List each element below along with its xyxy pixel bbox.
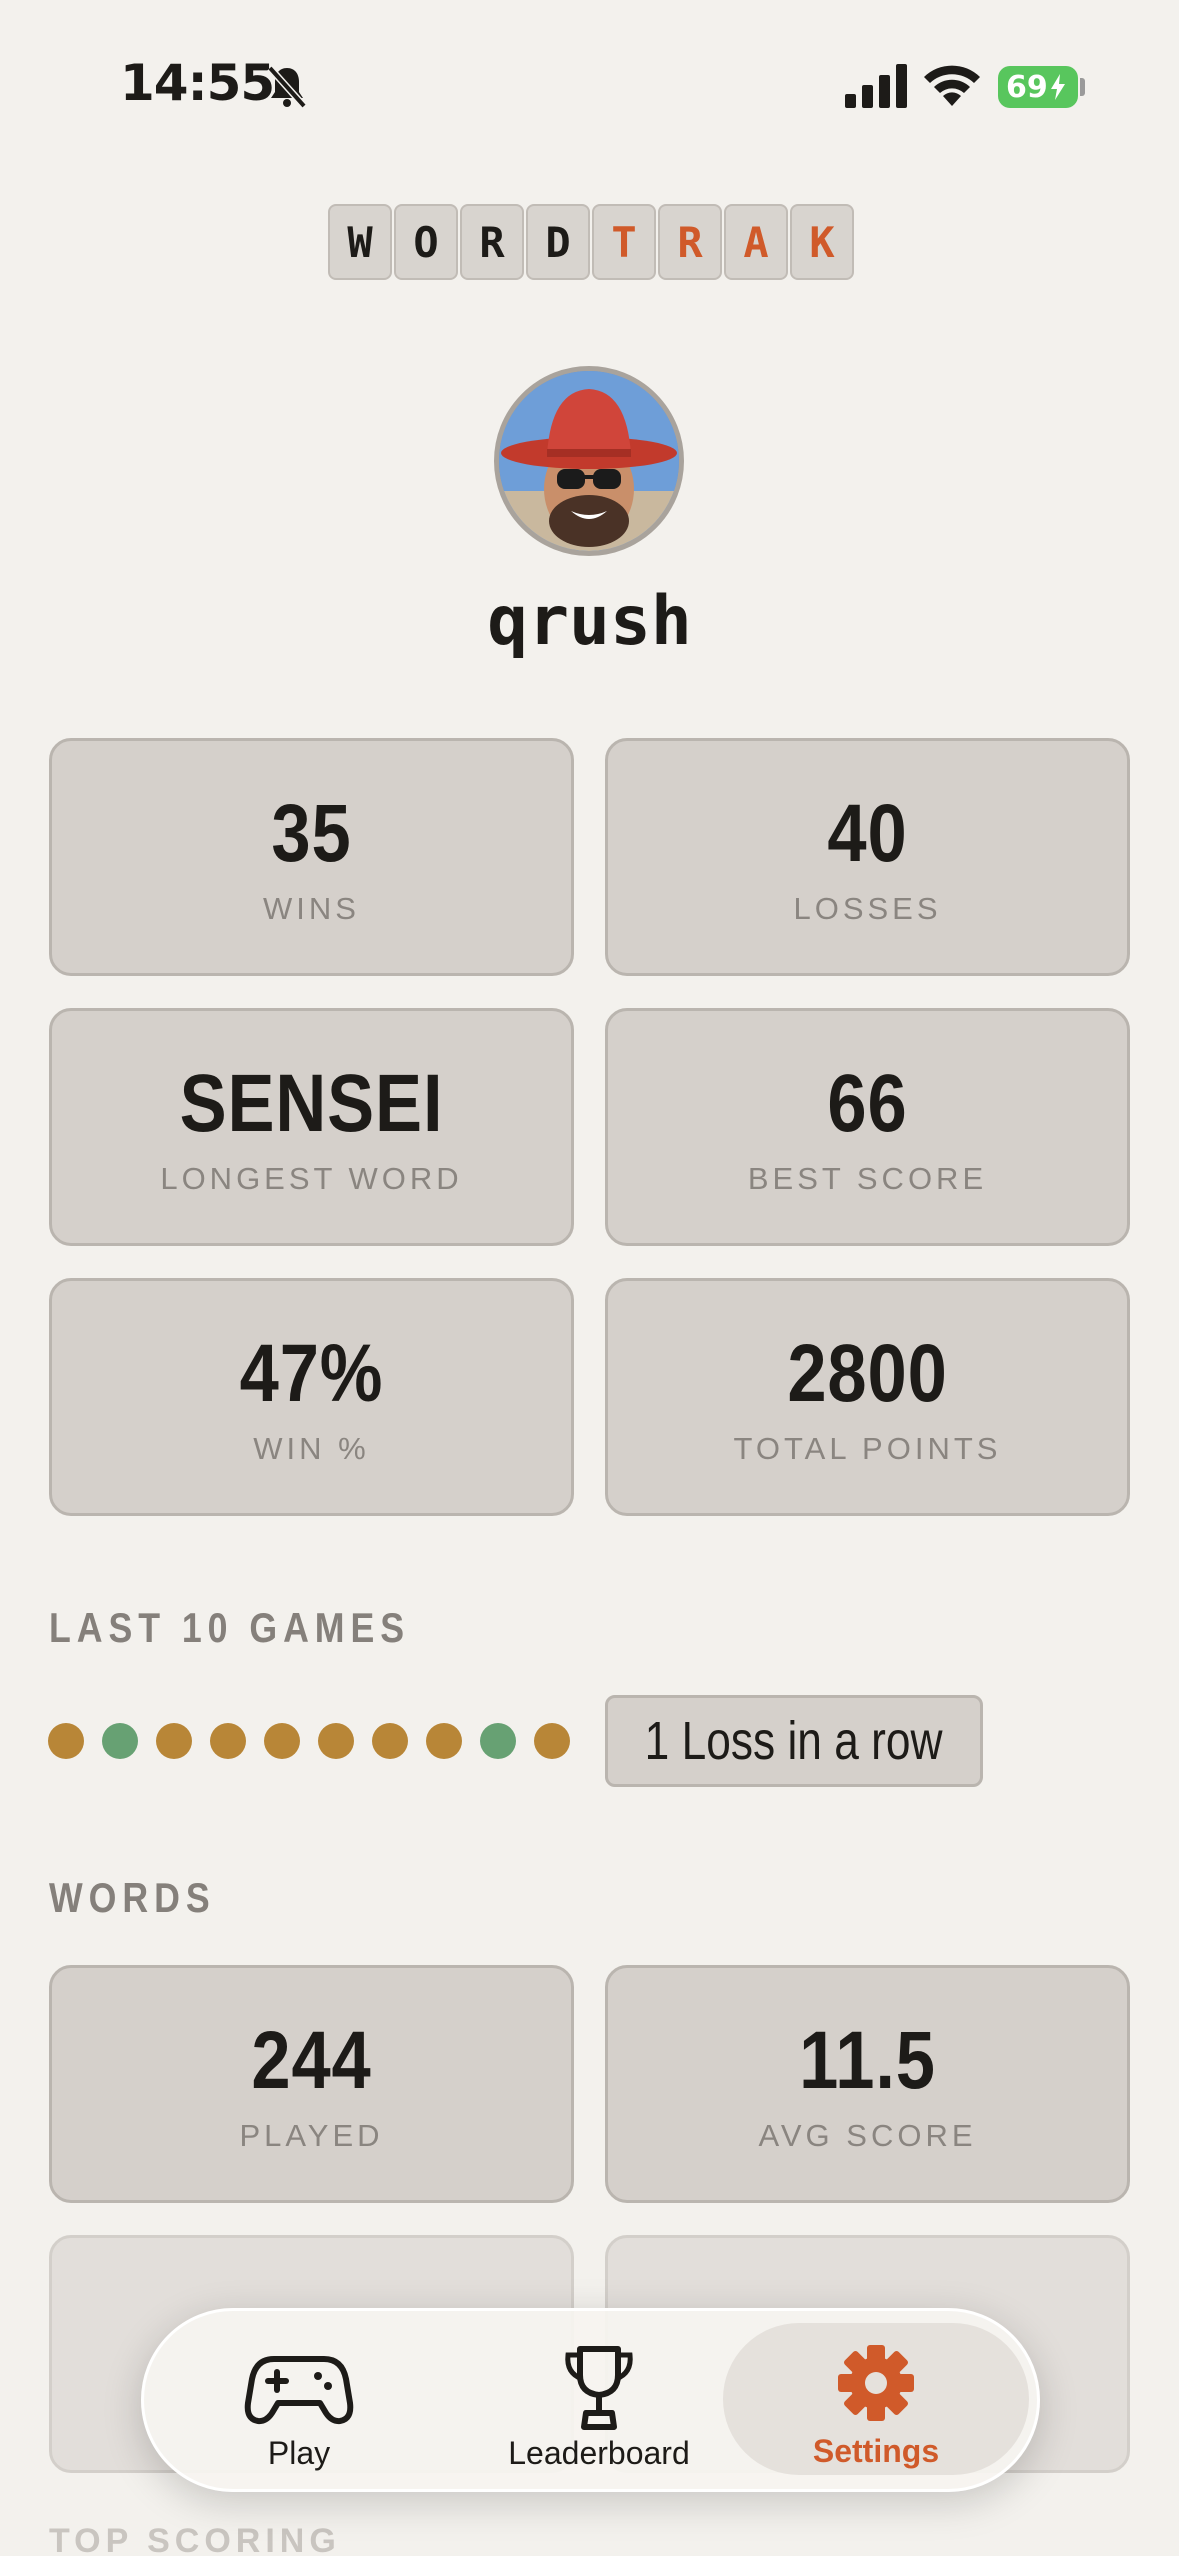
loss-dot <box>372 1723 408 1759</box>
logo-tile: R <box>460 204 524 280</box>
charging-bolt-icon <box>1050 74 1065 100</box>
wifi-icon <box>924 65 980 106</box>
avg-score-value: 11.5 <box>799 2015 936 2106</box>
played-card: 244 PLAYED <box>49 1965 574 2203</box>
logo-tile: O <box>394 204 458 280</box>
logo-tile: A <box>724 204 788 280</box>
logo-tile: D <box>526 204 590 280</box>
avatar-photo <box>499 371 679 551</box>
game-controller-icon <box>244 2356 354 2425</box>
best-score-label: BEST SCORE <box>747 1161 988 1196</box>
app-logo: W O R D T R A K <box>328 204 856 280</box>
last-games-dots <box>48 1723 570 1759</box>
username: qrush <box>487 582 692 661</box>
words-title: WORDS <box>49 1874 216 1921</box>
wins-value: 35 <box>271 788 352 879</box>
win-dot <box>102 1723 138 1759</box>
avg-score-label: AVG SCORE <box>758 2118 977 2153</box>
top-scoring-title: TOP SCORING <box>49 2522 341 2556</box>
bell-muted-icon <box>267 65 307 109</box>
total-points-value: 2800 <box>787 1328 948 1419</box>
loss-dot <box>264 1723 300 1759</box>
played-label: PLAYED <box>239 2118 384 2153</box>
gear-icon <box>838 2345 914 2421</box>
total-points-card: 2800 TOTAL POINTS <box>605 1278 1130 1516</box>
logo-tile: T <box>592 204 656 280</box>
battery-cap <box>1080 78 1085 96</box>
longest-word-label: LONGEST WORD <box>160 1161 463 1196</box>
logo-tile: K <box>790 204 854 280</box>
wins-card: 35 WINS <box>49 738 574 976</box>
win-dot <box>480 1723 516 1759</box>
total-points-label: TOTAL POINTS <box>733 1431 1002 1466</box>
last-games-title: LAST 10 GAMES <box>49 1604 411 1651</box>
best-score-value: 66 <box>827 1058 908 1149</box>
tab-play-label: Play <box>267 2435 331 2471</box>
wins-label: WINS <box>263 891 360 926</box>
played-value: 244 <box>251 2015 372 2106</box>
tab-settings[interactable]: Settings <box>723 2323 1029 2475</box>
avg-score-card: 11.5 AVG SCORE <box>605 1965 1130 2203</box>
losses-value: 40 <box>827 788 908 879</box>
tab-settings-label: Settings <box>812 2433 940 2469</box>
battery-level: 69 <box>1006 69 1048 105</box>
longest-word-card: SENSEI LONGEST WORD <box>49 1008 574 1246</box>
tab-leaderboard-label: Leaderboard <box>508 2435 690 2471</box>
logo-tile: W <box>328 204 392 280</box>
streak-text: 1 Loss in a row <box>645 1711 943 1771</box>
loss-dot <box>426 1723 462 1759</box>
longest-word-value: SENSEI <box>179 1058 444 1149</box>
losses-label: LOSSES <box>793 891 942 926</box>
status-bar: 14:55 69 <box>0 0 1179 150</box>
win-pct-label: WIN % <box>253 1431 370 1466</box>
loss-dot <box>156 1723 192 1759</box>
tab-leaderboard[interactable]: Leaderboard <box>474 2311 724 2489</box>
win-pct-card: 47% WIN % <box>49 1278 574 1516</box>
trophy-icon <box>565 2346 633 2430</box>
avatar[interactable] <box>494 366 684 556</box>
losses-card: 40 LOSSES <box>605 738 1130 976</box>
battery-indicator: 69 <box>998 66 1078 108</box>
logo-tile: R <box>658 204 722 280</box>
tab-bar: Play Leaderboard Settings <box>141 2308 1040 2492</box>
loss-dot <box>534 1723 570 1759</box>
cellular-signal-icon <box>845 64 907 108</box>
tab-play[interactable]: Play <box>204 2311 394 2489</box>
loss-dot <box>210 1723 246 1759</box>
win-pct-value: 47% <box>239 1328 384 1419</box>
loss-dot <box>318 1723 354 1759</box>
streak-badge: 1 Loss in a row <box>605 1695 983 1787</box>
status-time: 14:55 <box>120 54 275 112</box>
best-score-card: 66 BEST SCORE <box>605 1008 1130 1246</box>
loss-dot <box>48 1723 84 1759</box>
